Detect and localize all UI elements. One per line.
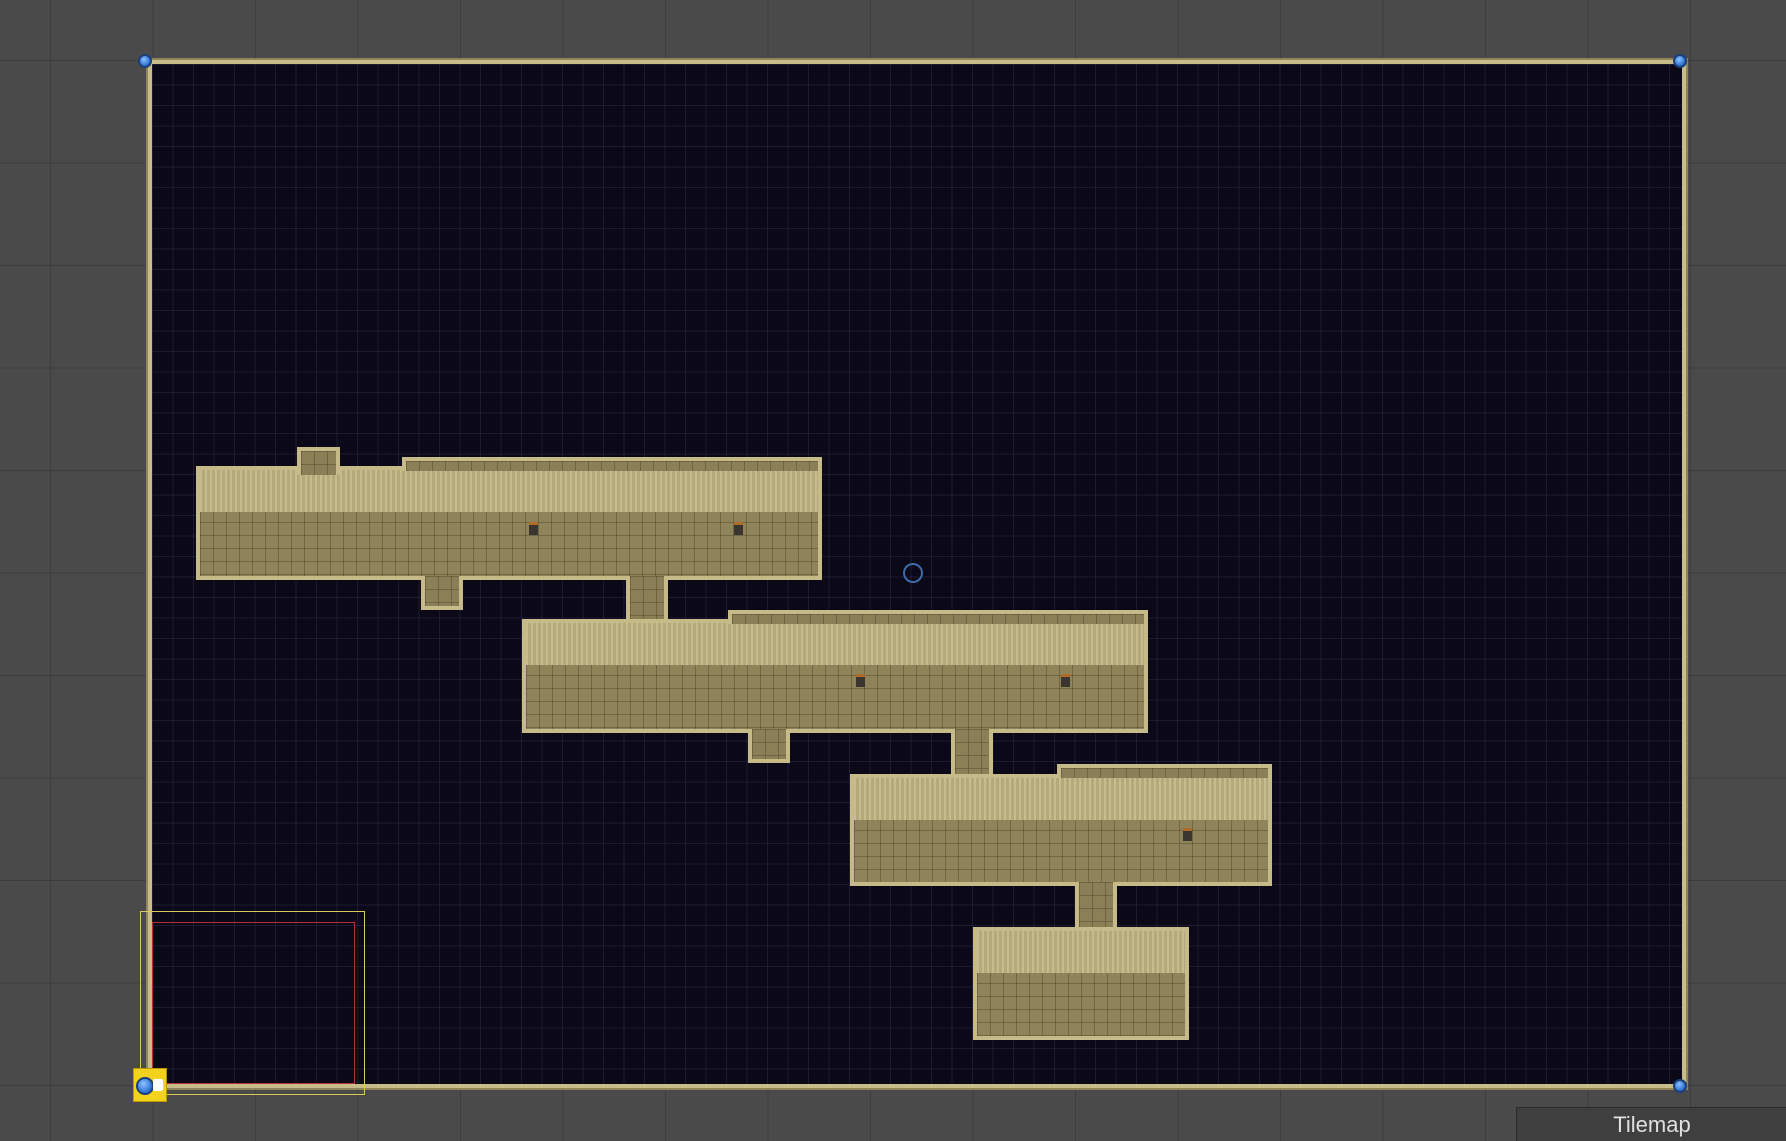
corner-handle-top-left[interactable] [138,54,152,68]
room-1-bottom-alcove [421,576,463,610]
dungeon-room-1 [196,466,822,580]
room-wall [526,623,1144,666]
torch-icon [1061,674,1070,687]
torch-icon [1183,828,1192,841]
corner-handle-top-right[interactable] [1673,54,1687,68]
room-1-top-alcove [297,447,340,475]
room-wall [200,470,818,513]
dungeon-room-3 [850,774,1272,886]
corner-handle-bottom-right[interactable] [1673,1079,1687,1093]
camera-gizmo-icon[interactable] [133,1068,167,1102]
camera-safe-area [152,922,355,1084]
room-1-raised-wall [402,457,822,471]
torch-icon [856,674,865,687]
torch-icon [529,522,538,535]
room-2-raised-wall [728,610,1148,624]
selected-object-label: Tilemap [1516,1107,1786,1141]
dungeon-room-2 [522,619,1148,733]
torch-icon [734,522,743,535]
room-3-raised-wall [1057,764,1272,778]
room-wall [854,778,1268,820]
corner-handle-bottom-left[interactable] [136,1077,154,1095]
corridor-3-4 [1075,882,1117,930]
pivot-center-icon[interactable] [903,563,923,583]
camera-icon [153,1079,163,1091]
room-wall [977,931,1185,973]
room-2-bottom-alcove [748,729,790,763]
dungeon-room-4 [973,927,1189,1040]
